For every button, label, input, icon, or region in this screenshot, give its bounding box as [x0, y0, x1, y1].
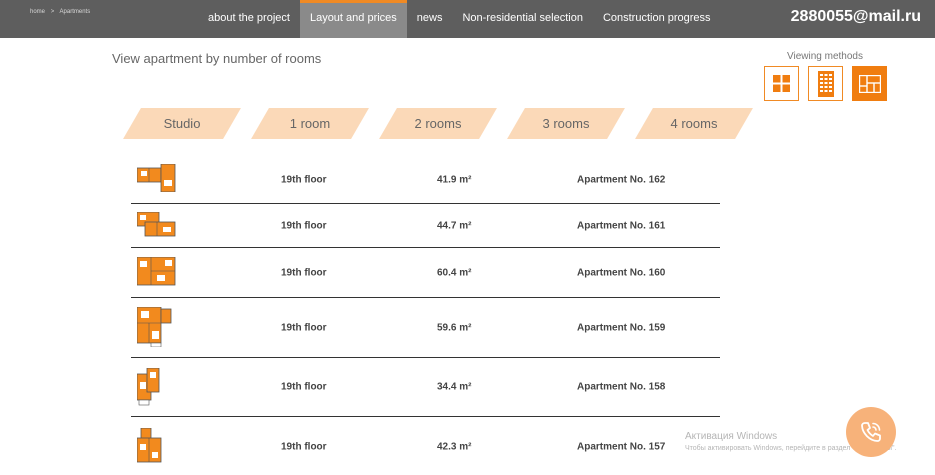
floor-plan-thumbnail: [137, 428, 162, 463]
apartment-floor: 19th floor: [281, 381, 327, 393]
breadcrumb: home > Apartments: [30, 9, 94, 15]
apartment-number: Apartment No. 161: [577, 220, 666, 231]
breadcrumb-home[interactable]: home: [30, 9, 45, 15]
apartment-floor: 19th floor: [281, 322, 327, 333]
apartment-floor: 19th floor: [281, 267, 327, 278]
apartment-area: 59.6 m²: [437, 322, 472, 333]
main-nav: about the project Layout and prices news…: [198, 0, 721, 38]
nav-non-residential-selection[interactable]: Non-residential selection: [452, 0, 592, 38]
nav-news[interactable]: news: [407, 0, 453, 38]
apartment-row[interactable]: 19th floor 60.4 m² Apartment No. 160: [131, 248, 720, 298]
apartment-area: 60.4 m²: [437, 267, 472, 278]
apartment-area: 34.4 m²: [437, 381, 472, 393]
floor-plan-thumbnail: [137, 307, 172, 347]
tab-2-rooms[interactable]: 2 rooms: [388, 108, 488, 139]
tab-1-room-label: 1 room: [289, 116, 331, 131]
top-navigation-bar: home > Apartments about the project Layo…: [0, 0, 935, 38]
apartment-row[interactable]: 19th floor 44.7 m² Apartment No. 161: [131, 204, 720, 248]
apartment-number: Apartment No. 157: [577, 441, 666, 453]
apartment-row[interactable]: 19th floor 34.4 m² Apartment No. 158: [131, 358, 720, 417]
viewing-methods-label: Viewing methods: [787, 51, 863, 62]
grid-view-icon: [773, 75, 790, 92]
call-button[interactable]: [846, 407, 896, 457]
apartment-number: Apartment No. 159: [577, 322, 666, 333]
apartment-floor: 19th floor: [281, 174, 327, 185]
tab-4-rooms[interactable]: 4 rooms: [644, 108, 744, 139]
floor-plan-thumbnail: [137, 164, 176, 192]
floor-plan-view-button[interactable]: [852, 66, 887, 101]
tab-2-rooms-label: 2 rooms: [414, 116, 462, 131]
apartment-number: Apartment No. 158: [577, 381, 666, 393]
apartment-area: 42.3 m²: [437, 441, 472, 453]
apartment-number: Apartment No. 160: [577, 267, 666, 278]
apartment-row[interactable]: 19th floor 41.9 m² Apartment No. 162: [131, 156, 720, 204]
contact-email-link[interactable]: 2880055@mail.ru: [791, 8, 921, 26]
apartment-row[interactable]: 19th floor 59.6 m² Apartment No. 159: [131, 298, 720, 358]
breadcrumb-separator: >: [50, 9, 55, 15]
apartment-floor: 19th floor: [281, 220, 327, 231]
apartment-number: Apartment No. 162: [577, 174, 666, 185]
floor-plan-thumbnail: [137, 368, 160, 406]
tab-3-rooms-label: 3 rooms: [542, 116, 590, 131]
apartment-floor: 19th floor: [281, 441, 327, 453]
building-facade-view-button[interactable]: [808, 66, 843, 101]
tab-1-room[interactable]: 1 room: [260, 108, 360, 139]
tab-3-rooms[interactable]: 3 rooms: [516, 108, 616, 139]
apartment-row[interactable]: 19th floor 42.3 m² Apartment No. 157: [131, 417, 720, 475]
grid-view-button[interactable]: [764, 66, 799, 101]
phone-call-icon: [861, 422, 881, 442]
nav-about-project[interactable]: about the project: [198, 0, 300, 38]
floor-plan-thumbnail: [137, 257, 176, 286]
tab-4-rooms-label: 4 rooms: [670, 116, 718, 131]
page-title: View apartment by number of rooms: [112, 51, 322, 66]
floor-plan-thumbnail: [137, 212, 176, 237]
building-facade-icon: [817, 70, 834, 97]
breadcrumb-apartments[interactable]: Apartments: [60, 9, 91, 15]
floor-plan-view-icon: [858, 74, 881, 93]
apartment-list: 19th floor 41.9 m² Apartment No. 162 19t…: [131, 156, 720, 475]
apartment-area: 44.7 m²: [437, 220, 472, 231]
apartment-area: 41.9 m²: [437, 174, 472, 185]
tab-studio-label: Studio: [163, 116, 201, 131]
tab-studio[interactable]: Studio: [132, 108, 232, 139]
nav-construction-progress[interactable]: Construction progress: [593, 0, 721, 38]
nav-layout-and-prices[interactable]: Layout and prices: [299, 0, 407, 38]
